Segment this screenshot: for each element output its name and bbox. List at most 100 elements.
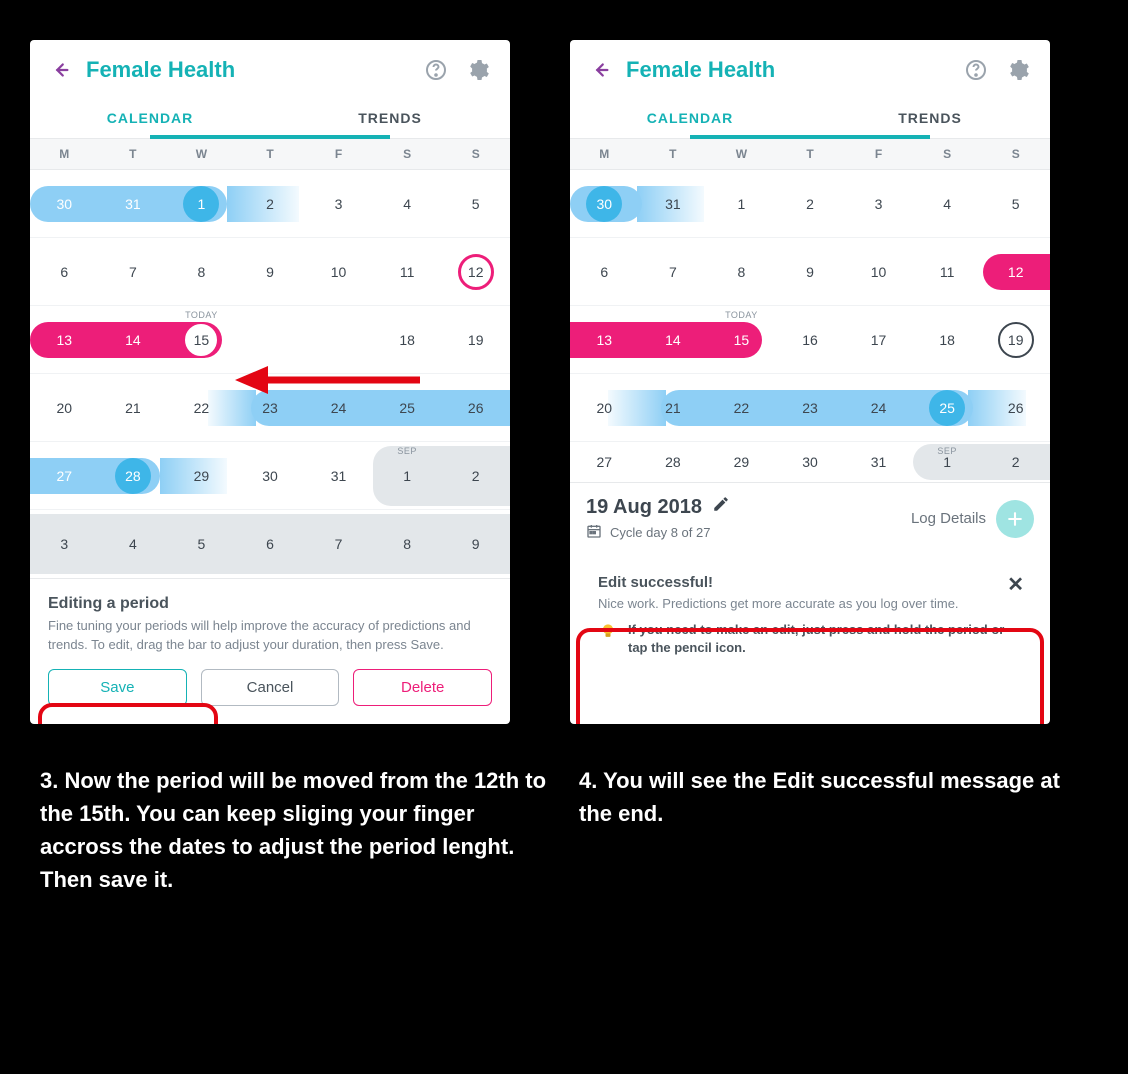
day-cell[interactable]: 18 [399,332,415,348]
back-arrow-icon[interactable] [588,58,612,82]
log-details-panel: 19 Aug 2018 Cycle day 8 of 27 [570,482,1050,552]
day-cell[interactable]: 2 [806,196,814,212]
cancel-button[interactable]: Cancel [201,669,340,706]
day-cell[interactable]: 4 [403,196,411,212]
day-cell[interactable]: 4 [129,536,137,552]
tab-trends[interactable]: TRENDS [810,96,1050,138]
day-cell[interactable]: 5 [472,196,480,212]
day-cell[interactable]: 14 [665,332,681,348]
caption-step-3: 3. Now the period will be moved from the… [40,764,549,896]
dow-label: S [441,139,510,169]
back-arrow-icon[interactable] [48,58,72,82]
phone-screenshot-left: Female Health CALENDAR TRENDS M T W [30,40,510,724]
day-cell[interactable]: 28 [665,454,681,470]
day-cell[interactable]: 6 [60,264,68,280]
pencil-icon[interactable] [712,495,730,519]
help-icon[interactable] [422,56,450,84]
day-cell[interactable]: 10 [871,264,887,280]
day-cell[interactable]: 6 [266,536,274,552]
day-cell[interactable]: 14 [125,332,141,348]
day-cell[interactable]: 18 [939,332,955,348]
day-cell[interactable]: 13 [56,332,72,348]
day-cell[interactable]: 2 [1012,454,1020,470]
save-button[interactable]: Save [48,669,187,706]
day-cell[interactable]: 23 [262,400,278,416]
day-cell[interactable]: 30 [262,468,278,484]
day-cell[interactable]: 7 [669,264,677,280]
day-cell[interactable]: 19 [1008,332,1024,348]
day-cell[interactable]: 22 [734,400,750,416]
day-cell[interactable]: 24 [871,400,887,416]
day-cell[interactable]: 26 [468,400,484,416]
day-cell[interactable]: 13 [596,332,612,348]
tab-calendar[interactable]: CALENDAR [570,96,810,138]
day-cell[interactable]: 25 [399,400,415,416]
day-cell[interactable]: 21 [125,400,141,416]
day-cell[interactable]: 31 [665,196,681,212]
calendar-grid[interactable]: 30 31 1 2 3 4 5 6 7 8 9 [570,170,1050,482]
day-cell[interactable]: 24 [331,400,347,416]
day-cell[interactable]: 29 [734,454,750,470]
day-cell[interactable]: 1 [403,468,411,484]
day-cell[interactable]: 1 [738,196,746,212]
day-cell[interactable]: 9 [806,264,814,280]
day-cell[interactable]: 23 [802,400,818,416]
day-cell[interactable]: 15 [734,332,750,348]
day-cell[interactable]: 26 [1008,400,1024,416]
day-cell[interactable]: 15 [194,332,210,348]
day-cell[interactable]: 3 [60,536,68,552]
day-cell[interactable]: 11 [400,264,415,280]
gear-icon[interactable] [1004,56,1032,84]
day-cell[interactable]: 30 [56,196,72,212]
day-cell[interactable]: 2 [472,468,480,484]
day-cell[interactable]: 5 [198,536,206,552]
help-icon[interactable] [962,56,990,84]
gear-icon[interactable] [464,56,492,84]
day-cell[interactable]: 9 [266,264,274,280]
day-cell[interactable]: 28 [125,468,141,484]
day-cell[interactable]: 3 [335,196,343,212]
day-cell[interactable]: 7 [129,264,137,280]
day-cell[interactable]: 27 [56,468,72,484]
tab-trends[interactable]: TRENDS [270,96,510,138]
day-cell[interactable]: 12 [468,264,484,280]
day-cell[interactable]: 30 [802,454,818,470]
day-cell[interactable]: 8 [198,264,206,280]
day-cell[interactable]: 4 [943,196,951,212]
day-cell[interactable]: 31 [871,454,887,470]
page-title: Female Health [626,57,948,83]
day-cell[interactable]: 11 [940,264,955,280]
add-log-button[interactable] [996,500,1034,538]
day-cell[interactable]: 6 [600,264,608,280]
day-cell[interactable]: 31 [331,468,347,484]
day-cell[interactable]: 20 [596,400,612,416]
day-cell[interactable]: 22 [194,400,210,416]
day-cell[interactable]: 17 [871,332,887,348]
day-cell[interactable]: 9 [472,536,480,552]
day-cell[interactable]: 10 [331,264,347,280]
lightbulb-icon [598,621,618,641]
day-cell[interactable]: 3 [875,196,883,212]
day-cell[interactable]: 20 [56,400,72,416]
delete-button[interactable]: Delete [353,669,492,706]
calendar-grid[interactable]: 30 31 1 2 3 4 5 6 7 8 9 10 [30,170,510,578]
edit-title: Editing a period [48,595,492,613]
day-cell[interactable]: 7 [335,536,343,552]
day-cell[interactable]: 5 [1012,196,1020,212]
day-cell[interactable]: 29 [194,468,210,484]
day-cell[interactable]: 12 [1008,264,1024,280]
day-cell[interactable]: 27 [596,454,612,470]
close-icon[interactable]: ✕ [1007,572,1024,597]
day-cell[interactable]: 2 [266,196,274,212]
day-cell[interactable]: 8 [738,264,746,280]
day-cell[interactable]: 19 [468,332,484,348]
day-cell[interactable]: 1 [943,454,951,470]
day-cell[interactable]: 25 [939,400,955,416]
tab-calendar[interactable]: CALENDAR [30,96,270,138]
day-cell[interactable]: 1 [198,196,206,212]
day-cell[interactable]: 30 [596,196,612,212]
day-cell[interactable]: 21 [665,400,681,416]
day-cell[interactable]: 31 [125,196,141,212]
day-cell[interactable]: 16 [802,332,818,348]
day-cell[interactable]: 8 [403,536,411,552]
